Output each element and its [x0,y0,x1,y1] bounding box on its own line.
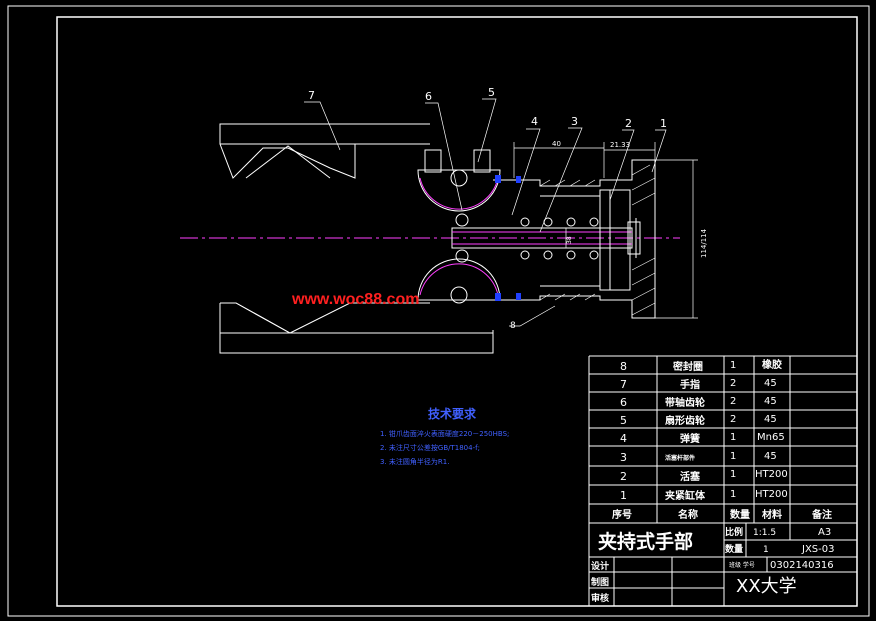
scale-value: 1:1.5 [753,528,776,538]
row-5-material: Mn65 [757,432,785,443]
row-6-qty: 1 [730,451,736,462]
qty-value: 1 [763,545,769,555]
row-2-material: 45 [764,378,777,389]
dim-21: 21.33 [610,141,630,149]
balloon-1: 1 [660,117,667,130]
paper-size: A3 [818,527,831,538]
header-qty: 数量 [730,508,750,521]
student-no: 0302140316 [770,560,834,571]
row-5-name: 弹簧 [680,432,700,445]
row-2-name: 手指 [680,378,700,391]
row-4-name: 扇形齿轮 [665,414,705,427]
row-7-qty: 1 [730,469,736,480]
parts-rows: 8 密封圈 1 橡胶 7 手指 2 45 6 带轴齿轮 2 45 5 扇形齿轮 … [612,358,832,521]
tech-req-line-2: 2. 未注尺寸公差按GB/T1804-f; [380,443,480,452]
watermark-text: www.woc88.com [292,291,420,308]
drawing-title: 夹持式手部 [598,530,693,553]
balloon-2: 2 [625,117,632,130]
header-name: 名称 [678,508,698,521]
row-2-no: 7 [620,378,627,391]
header-note: 备注 [811,508,832,521]
row-3-material: 45 [764,396,777,407]
row-5-no: 4 [620,432,627,445]
drawing-no: JXS-03 [801,544,834,555]
row-1-qty: 1 [730,360,736,371]
row-6-name: 活塞杆部件 [665,454,695,462]
tech-req-line-1: 1. 钳爪齿面淬火表面硬度220－250HBS; [380,429,509,438]
row-4-qty: 2 [730,414,736,425]
row-4-material: 45 [764,414,777,425]
design-label: 设计 [591,560,609,572]
scale-label: 比例 [725,526,743,538]
balloon-4: 4 [531,115,538,128]
hatching [539,164,656,316]
balloon-7: 7 [308,89,315,102]
balloon-3: 3 [571,115,578,128]
student-label: 班级 学号 [729,561,755,569]
dim-small: 38 [566,236,573,244]
upper-finger [219,123,430,179]
row-7-name: 活塞 [680,470,701,483]
lower-gear-sector [417,249,501,304]
lower-finger [219,302,494,354]
row-4-no: 5 [620,414,627,427]
row-1-material: 橡胶 [762,358,782,371]
tech-req-title: 技术要求 [428,406,477,421]
balloon-5: 5 [488,86,495,99]
qty-label: 数量 [725,543,743,555]
row-6-no: 3 [620,451,627,464]
balloon-8: 8 [510,321,516,331]
review-label: 审核 [591,592,609,604]
row-8-material: HT200 [755,489,788,500]
row-8-qty: 1 [730,489,736,500]
row-8-no: 1 [620,489,627,502]
header-no: 序号 [612,508,632,521]
tech-req-line-3: 3. 未注圆角半径为R1. [380,457,449,466]
header-material: 材料 [762,508,782,521]
row-7-no: 2 [620,470,627,483]
upper-gear-sector [417,149,501,227]
school-name: XX大学 [736,576,797,597]
row-5-qty: 1 [730,432,736,443]
row-6-material: 45 [764,451,777,462]
row-3-qty: 2 [730,396,736,407]
row-1-no: 8 [620,360,627,373]
title-block: 夹持式手部 比例 1:1.5 A3 数量 1 JXS-03 班级 学号 0302… [591,526,834,604]
balloon-6: 6 [425,90,432,103]
dimensions [513,142,698,319]
row-2-qty: 2 [730,378,736,389]
row-3-name: 带轴齿轮 [665,396,705,409]
outer-frame [7,5,870,617]
row-7-material: HT200 [755,469,788,480]
row-8-name: 夹紧缸体 [665,489,706,502]
draw-label: 制图 [591,576,609,588]
row-1-name: 密封圈 [673,360,703,373]
cad-drawing: 40 21.33 114/114 38 7 6 5 4 3 2 1 8 技术要求… [7,5,870,617]
dim-bore: 114/114 [700,228,708,258]
row-3-no: 6 [620,396,627,409]
dim-40: 40 [552,140,561,148]
